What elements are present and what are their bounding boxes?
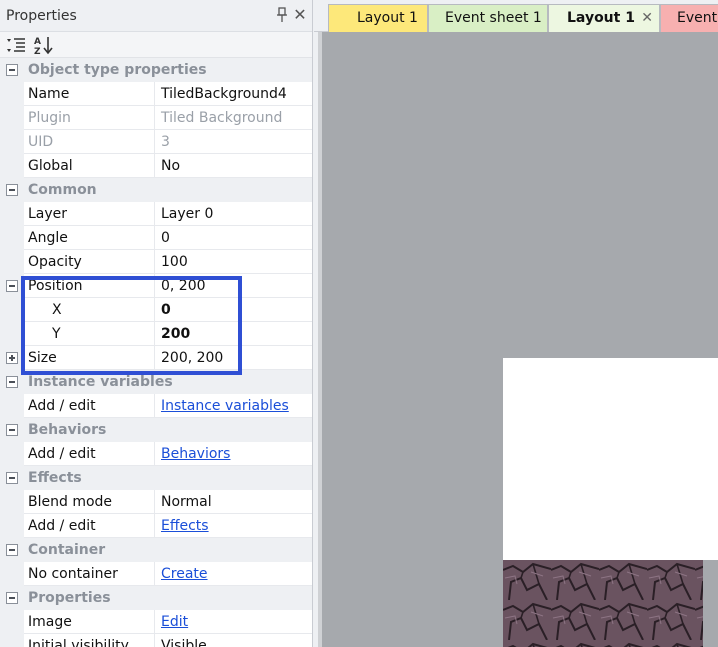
svg-text:A: A — [34, 37, 41, 47]
collapse-icon[interactable] — [6, 376, 18, 388]
create-container-link[interactable]: Create — [161, 566, 208, 582]
collapse-icon[interactable] — [6, 424, 18, 436]
layout-area[interactable] — [503, 358, 718, 560]
category-common: Common — [0, 178, 312, 202]
property-row-position[interactable]: Position 0, 200 — [0, 274, 312, 298]
pin-icon[interactable] — [275, 7, 289, 23]
property-name: Size — [24, 346, 155, 370]
property-row-size[interactable]: Size 200, 200 — [0, 346, 312, 370]
property-name: Layer — [24, 202, 155, 226]
edit-image-link[interactable]: Edit — [161, 614, 188, 630]
category-label: Common — [28, 182, 97, 198]
property-name: Initial visibility — [24, 634, 155, 647]
category-container: Container — [0, 538, 312, 562]
property-name: No container — [24, 562, 155, 586]
tiled-background-object[interactable] — [503, 560, 703, 647]
category-instance-variables: Instance variables — [0, 370, 312, 394]
property-row-effects: Add / edit Effects — [0, 514, 312, 538]
category-label: Instance variables — [28, 374, 173, 390]
property-row-image: Image Edit — [0, 610, 312, 634]
property-value[interactable]: No — [156, 154, 312, 178]
property-value[interactable]: 0 — [156, 226, 312, 250]
svg-text:Z: Z — [34, 47, 41, 55]
property-name: Name — [24, 82, 155, 106]
category-behaviors: Behaviors — [0, 418, 312, 442]
tab-event[interactable]: Event — [660, 4, 718, 32]
property-name: Opacity — [24, 250, 155, 274]
category-label: Container — [28, 542, 106, 558]
sort-az-icon[interactable]: A Z — [33, 35, 55, 57]
properties-toolbar: A Z — [0, 32, 312, 58]
categorized-list-icon[interactable] — [5, 35, 27, 55]
collapse-icon[interactable] — [6, 472, 18, 484]
property-value[interactable]: TiledBackground4 — [156, 82, 312, 106]
tab-layout-1[interactable]: Layout 1 — [328, 4, 428, 32]
property-value[interactable]: Layer 0 — [156, 202, 312, 226]
collapse-icon[interactable] — [6, 280, 18, 292]
property-row-layer[interactable]: Layer Layer 0 — [0, 202, 312, 226]
property-value: Tiled Background — [161, 110, 283, 126]
collapse-icon[interactable] — [6, 64, 18, 76]
close-tab-icon[interactable]: ✕ — [641, 5, 653, 31]
category-label: Object type properties — [28, 62, 207, 78]
property-value: 3 — [161, 134, 170, 150]
property-row-x[interactable]: X 0 — [0, 298, 312, 322]
behaviors-link[interactable]: Behaviors — [161, 446, 230, 462]
category-object-type: Object type properties — [0, 58, 312, 82]
property-row-plugin: Plugin Tiled Background — [0, 106, 312, 130]
property-row-global[interactable]: Global No — [0, 154, 312, 178]
property-value[interactable]: 200 — [156, 322, 312, 346]
category-label: Behaviors — [28, 422, 107, 438]
property-name: Add / edit — [24, 442, 155, 466]
property-row-name[interactable]: Name TiledBackground4 — [0, 82, 312, 106]
property-name: Blend mode — [24, 490, 155, 514]
property-name: Position — [24, 274, 155, 298]
property-row-behaviors: Add / edit Behaviors — [0, 442, 312, 466]
category-label: Effects — [28, 470, 82, 486]
collapse-icon[interactable] — [6, 544, 18, 556]
property-value[interactable]: 200, 200 — [156, 346, 312, 370]
property-row-y[interactable]: Y 200 — [0, 322, 312, 346]
properties-panel: Properties ✕ A Z Object type properties … — [0, 0, 313, 647]
property-row-initial-visibility[interactable]: Initial visibility Visible — [0, 634, 312, 647]
property-name: Angle — [24, 226, 155, 250]
property-value[interactable]: 0, 200 — [156, 274, 312, 298]
property-row-opacity[interactable]: Opacity 100 — [0, 250, 312, 274]
property-grid: Object type properties Name TiledBackgro… — [0, 58, 312, 647]
property-row-container: No container Create — [0, 562, 312, 586]
property-row-angle[interactable]: Angle 0 — [0, 226, 312, 250]
property-name: Image — [24, 610, 155, 634]
property-name: Global — [24, 154, 155, 178]
property-name: X — [24, 298, 155, 322]
property-name: Plugin — [24, 106, 155, 130]
property-value[interactable]: Normal — [156, 490, 312, 514]
expand-icon[interactable] — [6, 352, 18, 364]
property-row-instance-variables: Add / edit Instance variables — [0, 394, 312, 418]
collapse-icon[interactable] — [6, 184, 18, 196]
property-row-blend-mode[interactable]: Blend mode Normal — [0, 490, 312, 514]
property-value[interactable]: Visible — [156, 634, 312, 647]
panel-title: Properties — [6, 7, 77, 24]
effects-link[interactable]: Effects — [161, 518, 209, 534]
property-name: UID — [24, 130, 155, 154]
collapse-icon[interactable] — [6, 592, 18, 604]
property-value[interactable]: 0 — [156, 298, 312, 322]
tab-event-sheet-1[interactable]: Event sheet 1 — [428, 4, 548, 32]
property-row-uid: UID 3 — [0, 130, 312, 154]
property-value[interactable]: 100 — [156, 250, 312, 274]
category-properties: Properties — [0, 586, 312, 610]
property-name: Y — [24, 322, 155, 346]
category-effects: Effects — [0, 466, 312, 490]
document-tab-strip: Layout 1 Event sheet 1 Layout 1 ✕ Event — [314, 0, 718, 32]
tab-layout-1-active[interactable]: Layout 1 ✕ — [548, 4, 660, 32]
instance-variables-link[interactable]: Instance variables — [161, 398, 289, 414]
property-name: Add / edit — [24, 394, 155, 418]
properties-titlebar: Properties ✕ — [0, 0, 312, 32]
property-name: Add / edit — [24, 514, 155, 538]
close-icon[interactable]: ✕ — [292, 6, 308, 24]
category-label: Properties — [28, 590, 111, 606]
